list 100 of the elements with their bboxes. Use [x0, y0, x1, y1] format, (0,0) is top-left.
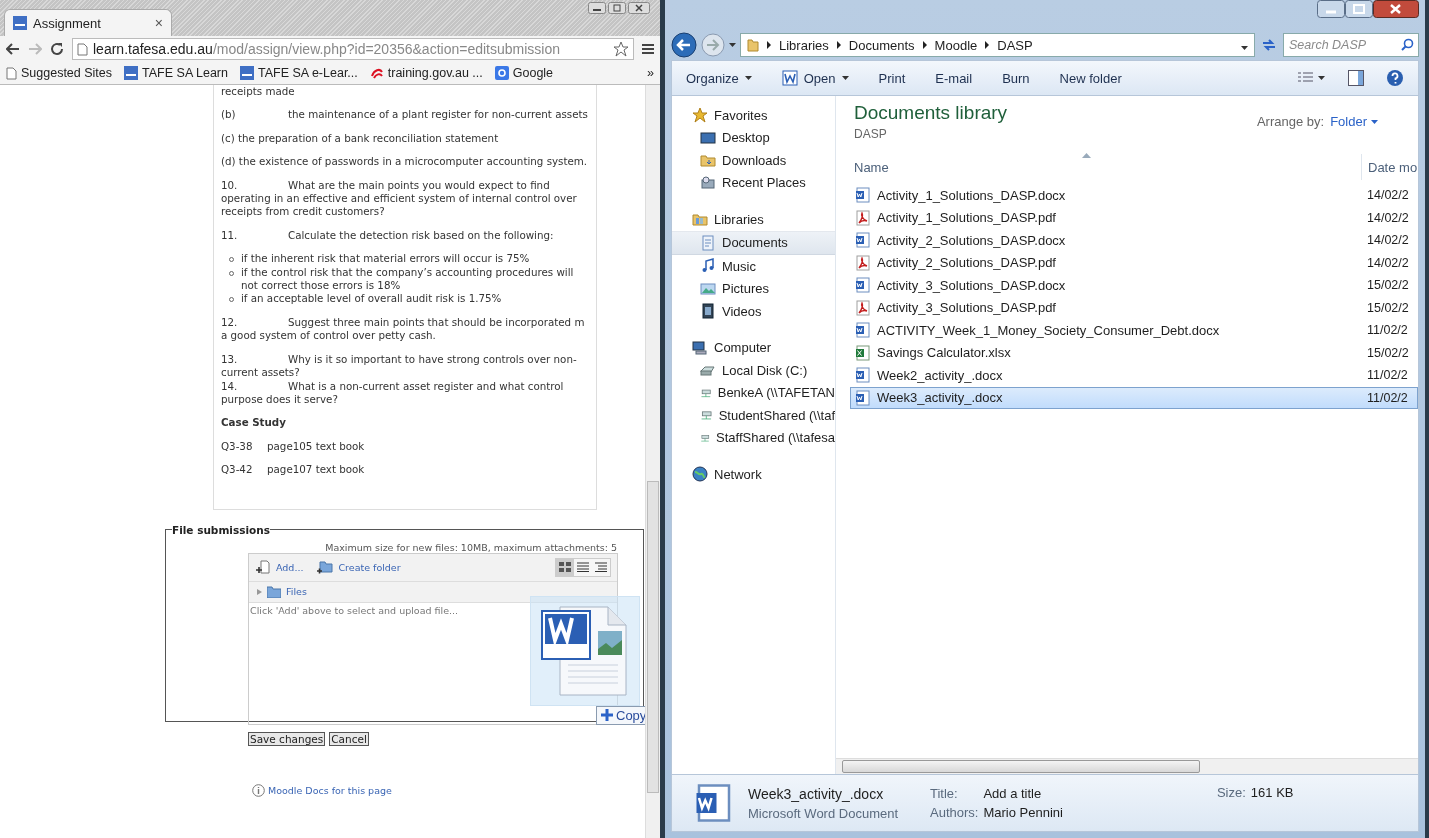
nav-item[interactable]: Local Disk (C:) [672, 359, 835, 382]
fieldset-legend: File submissions [172, 523, 270, 536]
file-row[interactable]: Savings Calculator.xlsx 15/02/2 [850, 341, 1418, 364]
toolbar-button[interactable]: New folder [1059, 70, 1122, 86]
reload-icon[interactable] [50, 42, 64, 56]
file-action-link[interactable]: Add... [276, 561, 304, 573]
folder-path[interactable]: Files [286, 586, 307, 598]
pdf-file-icon [855, 299, 871, 316]
nav-item[interactable]: Recent Places [672, 171, 835, 194]
nav-item[interactable]: Videos [672, 300, 835, 323]
reference-text: page107 text book [267, 463, 365, 476]
back-icon[interactable] [6, 43, 20, 55]
breadcrumb-item[interactable]: DASP [997, 37, 1033, 53]
toolbar-button[interactable]: E-mail [935, 70, 973, 86]
nav-item[interactable]: Network [672, 463, 835, 486]
preview-pane-icon[interactable] [1348, 70, 1364, 86]
bullet-text: if an acceptable level of overall audit risk is 1.75% [241, 292, 502, 305]
file-row[interactable]: Activity_3_Solutions_DASP.pdf 15/02/2 [850, 296, 1418, 319]
detail-value[interactable]: Add a title [983, 786, 1063, 801]
column-header[interactable]: Date mo [1361, 154, 1418, 180]
toolbar-button[interactable]: Organize [686, 70, 752, 86]
caret-icon [729, 43, 736, 47]
more-bookmarks-button[interactable]: » [647, 66, 654, 80]
file-row[interactable]: Activity_2_Solutions_DASP.docx 14/02/2 [850, 229, 1418, 252]
nav-item[interactable]: Pictures [672, 277, 835, 300]
film-icon [700, 303, 716, 320]
file-row[interactable]: Activity_1_Solutions_DASP.docx 14/02/2 [850, 184, 1418, 207]
bookmark-link[interactable]: Google [512, 66, 554, 80]
detail-label: Authors: [930, 805, 979, 820]
documents-icon [700, 234, 716, 251]
file-row[interactable]: Activity_1_Solutions_DASP.pdf 14/02/2 [850, 206, 1418, 229]
file-row[interactable]: Activity_3_Solutions_DASP.docx 15/02/2 [850, 274, 1418, 297]
recent-places-icon [700, 174, 716, 191]
file-name: Activity_3_Solutions_DASP.pdf [877, 300, 1056, 316]
nav-item[interactable]: Favorites [672, 104, 835, 127]
form-button[interactable]: Cancel [329, 731, 369, 746]
close-icon[interactable] [628, 2, 650, 14]
toolbar-button[interactable]: Print [878, 70, 906, 86]
add-file-icon [255, 559, 271, 576]
toolbar-button[interactable]: Burn [1002, 70, 1030, 86]
detail-value: 161 KB [1250, 785, 1294, 800]
word-file-icon [855, 322, 871, 339]
bullet-text: if the inherent risk that material errors will occur is 75% [241, 252, 530, 265]
file-row[interactable]: Activity_2_Solutions_DASP.pdf 14/02/2 [850, 251, 1418, 274]
bookmark-link[interactable]: TAFE SA e-Lear... [257, 66, 358, 80]
library-icon [692, 211, 708, 228]
nav-item[interactable]: Libraries [672, 208, 835, 231]
view-toggle[interactable] [556, 558, 574, 576]
close-icon[interactable] [1373, 0, 1419, 18]
close-tab-button[interactable]: × [154, 15, 163, 31]
question-text: (c) the preparation of a bank reconciliation statement [221, 131, 500, 146]
minimize-icon[interactable] [588, 2, 606, 14]
maximize-icon[interactable] [1345, 0, 1373, 18]
view-options-icon[interactable] [1298, 71, 1326, 85]
vertical-scrollbar[interactable] [645, 85, 660, 838]
arrange-dropdown[interactable]: Folder [1330, 114, 1378, 129]
file-date: 11/02/2 [1366, 390, 1409, 405]
back-icon[interactable] [671, 32, 697, 58]
column-header[interactable]: Name [836, 159, 1361, 175]
nav-item[interactable]: Music [672, 255, 835, 278]
nav-item[interactable]: StudentShared (\\taf [672, 404, 835, 427]
form-button[interactable]: Save changes [248, 731, 326, 746]
nav-item[interactable]: Desktop [672, 126, 835, 149]
file-row[interactable]: Week3_activity_.docx 11/02/2 [850, 386, 1418, 409]
docs-link[interactable]: Moodle Docs for this page [268, 784, 392, 796]
toolbar-button[interactable]: Open [781, 70, 849, 86]
nav-item[interactable]: Documents [672, 230, 835, 255]
horizontal-scrollbar[interactable] [836, 758, 1418, 774]
search-field[interactable]: Search DASP [1283, 33, 1419, 57]
nav-item[interactable]: BenkeA (\\TAFETAN [672, 381, 835, 404]
new-folder-icon [317, 559, 334, 576]
tab-title[interactable]: Assignment [33, 15, 101, 31]
address-bar[interactable]: Libraries Documents Moodle DASP [740, 33, 1255, 57]
detail-value[interactable]: Mario Pennini [983, 805, 1063, 820]
help-icon[interactable] [1386, 69, 1404, 87]
breadcrumb-item[interactable]: Documents [848, 37, 915, 53]
caret-icon [1371, 119, 1378, 124]
menu-icon[interactable] [642, 43, 654, 55]
breadcrumb-item[interactable]: Libraries [779, 37, 829, 53]
file-action-link[interactable]: Create folder [338, 561, 401, 573]
address-bar[interactable]: learn.tafesa.edu.au/mod/assign/view.php?id=20356&action=editsubmission [72, 38, 634, 60]
nav-item[interactable]: Downloads [672, 149, 835, 172]
word-file-icon [855, 389, 871, 406]
file-date: 15/02/2 [1366, 345, 1410, 360]
word-file-icon [855, 187, 871, 204]
file-row[interactable]: Week2_activity_.docx 11/02/2 [850, 364, 1418, 387]
bookmark-link[interactable]: training.gov.au ... [387, 66, 483, 80]
expand-icon[interactable] [257, 588, 262, 595]
word-file-icon [855, 277, 871, 294]
bookmark-link[interactable]: Suggested Sites [21, 66, 113, 80]
grid-view-icon [559, 562, 571, 573]
file-row[interactable]: ACTIVITY_Week_1_Money_Society_Consumer_Debt.docx 11/02/2 [850, 319, 1418, 342]
bookmark-link[interactable]: TAFE SA Learn [142, 66, 228, 80]
bookmark-star-icon[interactable] [613, 41, 629, 57]
nav-item[interactable]: Computer [672, 336, 835, 359]
file-name: Activity_2_Solutions_DASP.docx [877, 232, 1066, 248]
nav-item[interactable]: StaffShared (\\tafesa [672, 426, 835, 449]
minimize-icon[interactable] [1317, 0, 1345, 18]
breadcrumb-item[interactable]: Moodle [934, 37, 978, 53]
swirl-logo-icon [369, 66, 384, 80]
